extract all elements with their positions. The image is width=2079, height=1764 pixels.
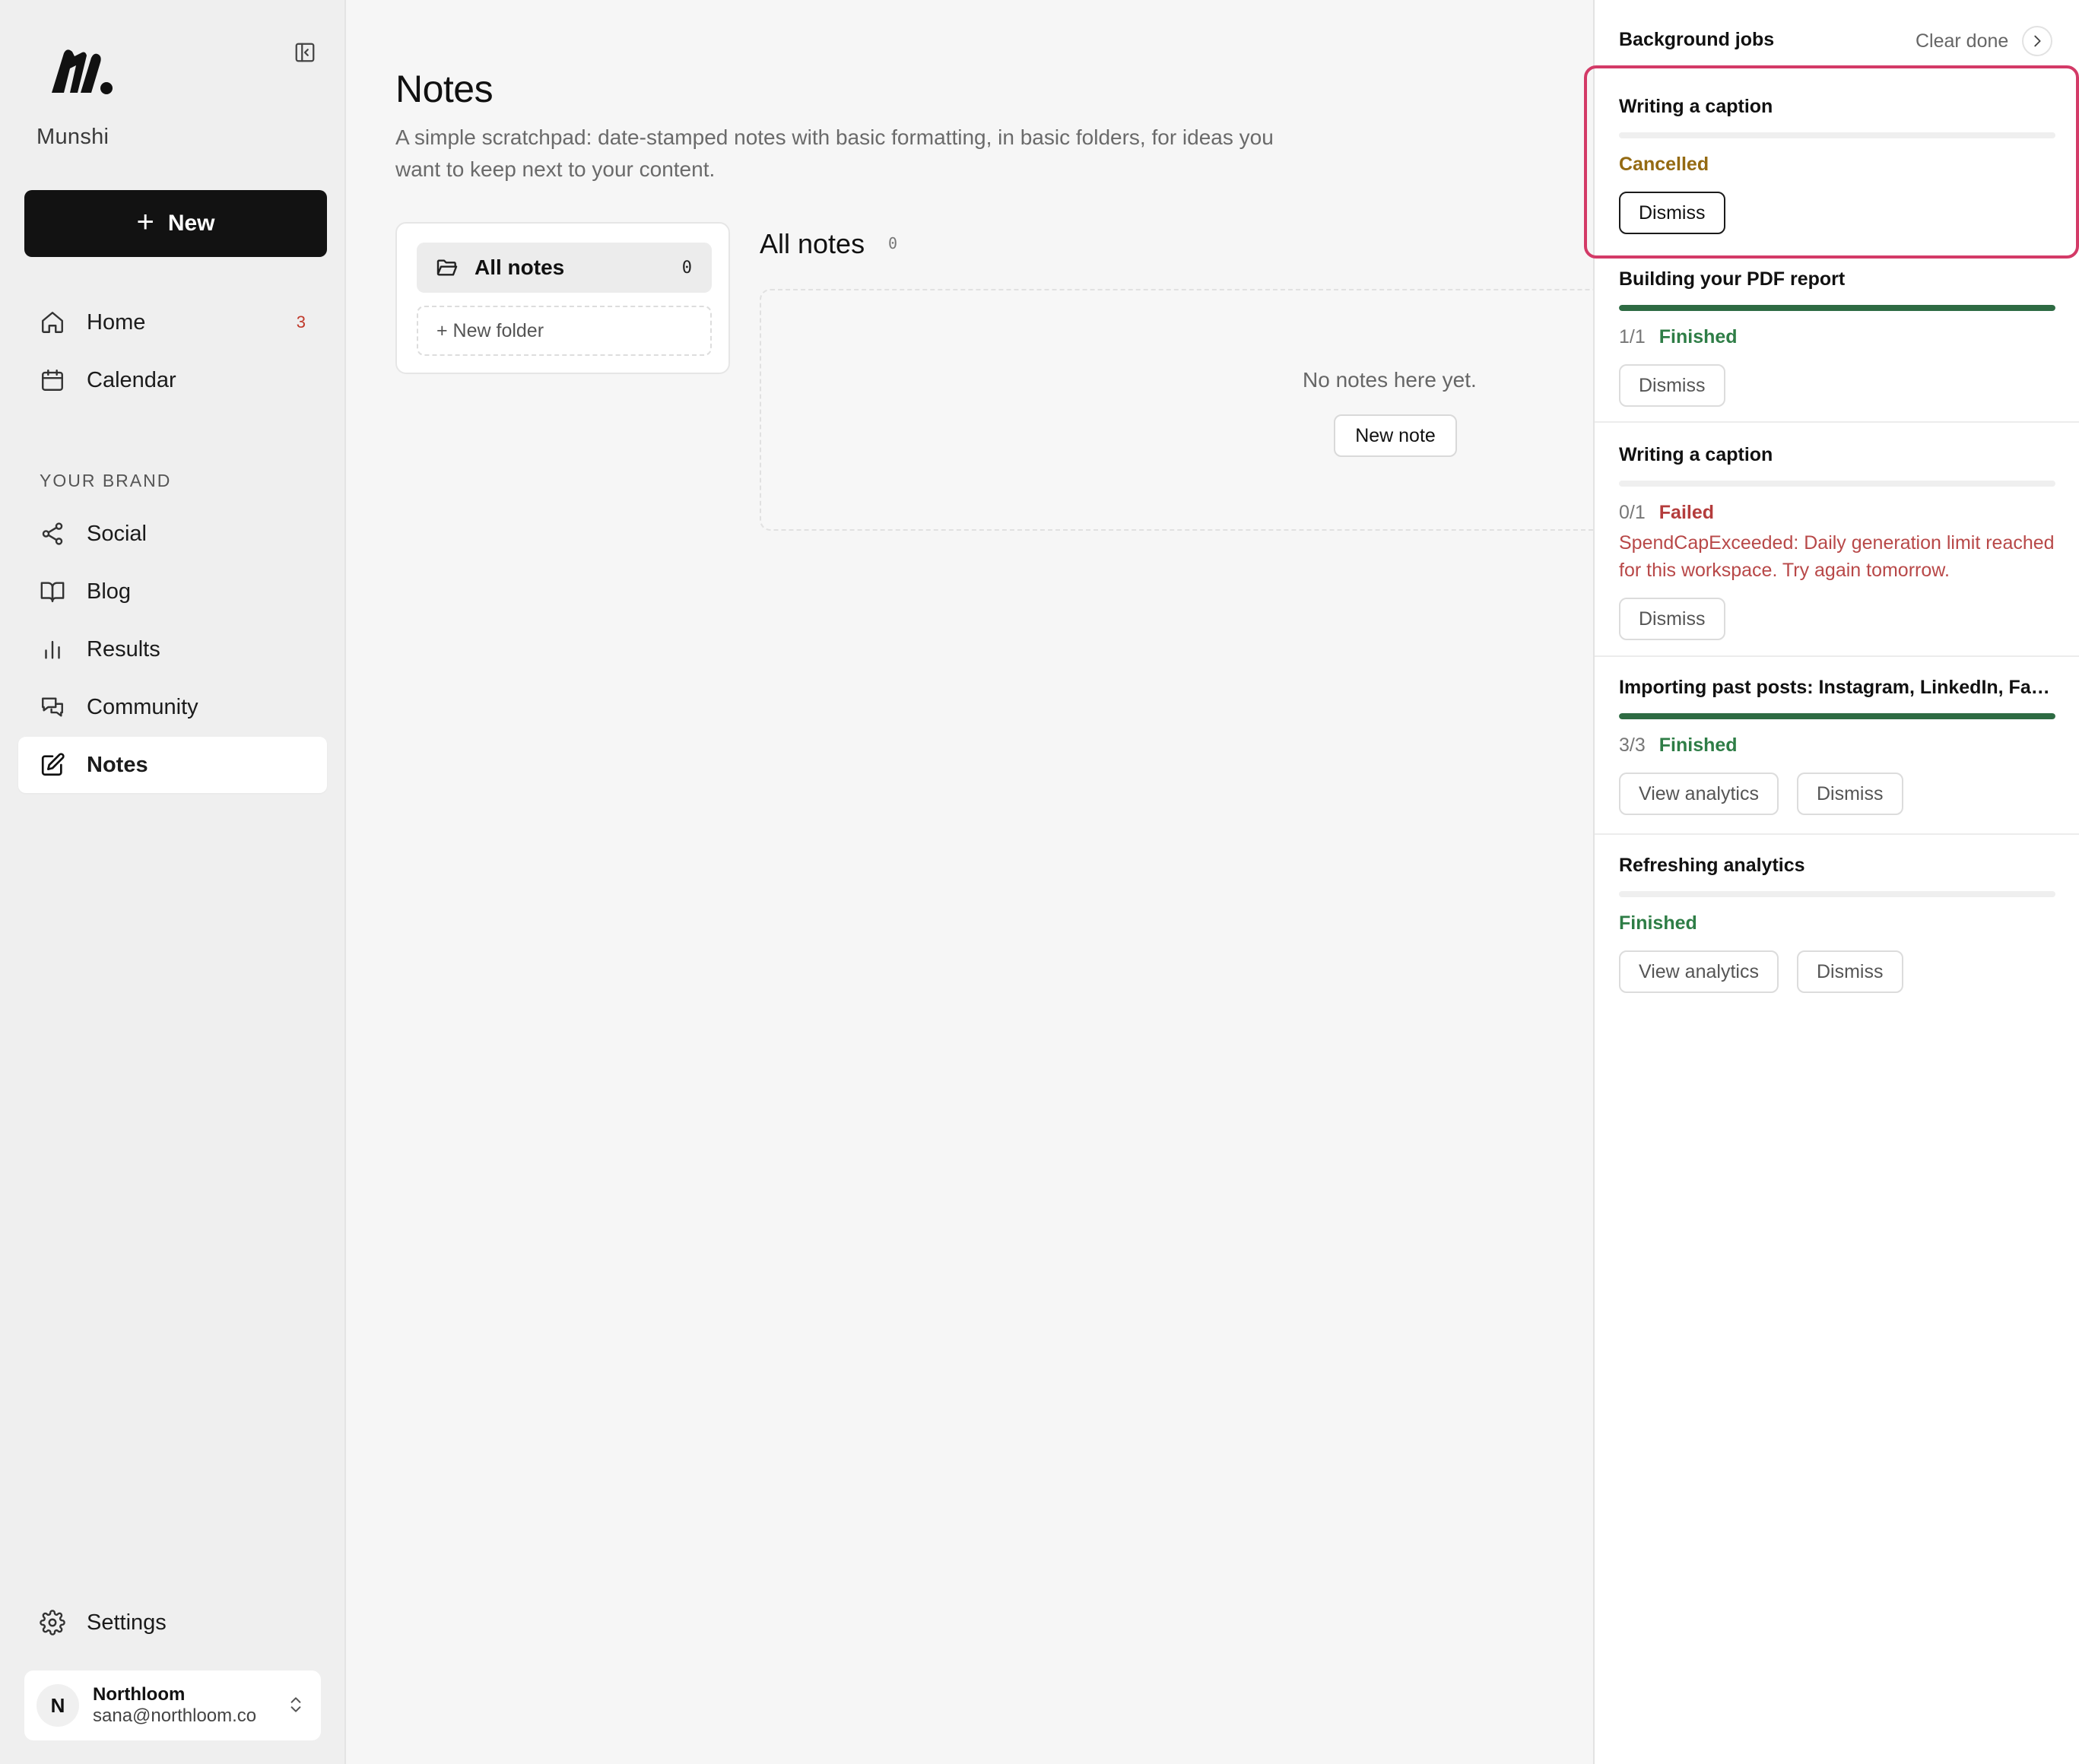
sidebar-item-blog[interactable]: Blog [18, 563, 327, 620]
job-status-label: Finished [1658, 326, 1738, 347]
job-progress-fill [1619, 713, 2055, 719]
page-title: Notes [395, 68, 494, 110]
sidebar-item-label: Community [87, 694, 198, 719]
sidebar-item-social[interactable]: Social [18, 506, 327, 562]
sidebar-item-label: Notes [87, 752, 148, 777]
job-status: Cancelled [1619, 154, 1709, 176]
folder-label: All notes [475, 255, 565, 279]
sidebar: Munshi + New Home 3 Calendar YOUR BRAND … [0, 0, 346, 1764]
job-status: Finished [1619, 912, 1697, 934]
new-note-button[interactable]: New note [1334, 414, 1457, 457]
chevron-up-down-icon [290, 1697, 301, 1712]
empty-state-text: No notes here yet. [1303, 368, 1477, 392]
folder-count: 0 [681, 258, 692, 278]
view-analytics-button[interactable]: View analytics [1619, 773, 1779, 815]
new-button[interactable]: + New [24, 190, 327, 257]
folders-card: All notes 0 + New folder [395, 222, 730, 374]
view-analytics-button[interactable]: View analytics [1619, 950, 1779, 993]
sidebar-item-label: Blog [87, 579, 132, 604]
job-item: Writing a caption 0/1 Failed SpendCapExc… [1595, 423, 2079, 657]
munshi-logo [47, 46, 116, 99]
job-title: Refreshing analytics [1619, 855, 1805, 876]
job-progress-bar [1619, 481, 2055, 487]
job-status: 1/1 Finished [1619, 326, 1738, 348]
sidebar-item-results[interactable]: Results [18, 621, 327, 677]
calendar-icon [42, 370, 63, 391]
job-status-label: Failed [1658, 502, 1715, 523]
notification-badge: 3 [296, 313, 306, 332]
job-item: Building your PDF report 1/1 Finished Di… [1595, 257, 2079, 423]
gear-icon [40, 1610, 65, 1636]
job-count: 0/1 [1619, 502, 1646, 523]
job-status-label: Cancelled [1619, 154, 1709, 175]
sidebar-item-calendar[interactable]: Calendar [18, 352, 327, 408]
new-button-label: New [167, 211, 215, 236]
share-icon [42, 522, 63, 545]
job-title: Writing a caption [1619, 444, 1773, 465]
dismiss-button[interactable]: Dismiss [1619, 192, 1725, 234]
brand-name: Munshi [37, 125, 110, 149]
folder-open-icon [436, 259, 458, 276]
plus-icon: + [136, 205, 154, 239]
avatar: N [37, 1684, 79, 1727]
jobs-panel-title: Background jobs [1619, 29, 1775, 50]
job-status: 0/1 Failed [1619, 502, 1714, 524]
sidebar-item-label: Results [87, 636, 160, 662]
sidebar-item-community[interactable]: Community [18, 679, 327, 735]
account-email: sana@northloom.co [93, 1705, 257, 1726]
notes-heading: All notes [760, 228, 865, 259]
job-status-label: Finished [1619, 912, 1697, 934]
clear-done-button[interactable]: Clear done [1916, 30, 2008, 52]
sidebar-item-notes[interactable]: Notes [18, 737, 327, 793]
dismiss-button[interactable]: Dismiss [1619, 598, 1725, 640]
job-status: 3/3 Finished [1619, 734, 1738, 757]
chevron-right-icon [2034, 35, 2041, 47]
notes-count: 0 [888, 234, 898, 252]
dismiss-button[interactable]: Dismiss [1797, 950, 1903, 993]
job-item: Writing a caption Cancelled Dismiss [1595, 68, 2079, 257]
dismiss-button[interactable]: Dismiss [1797, 773, 1903, 815]
job-progress-bar [1619, 713, 2055, 719]
background-jobs-panel: Background jobs Clear done Writing a cap… [1593, 0, 2079, 1764]
job-item: Refreshing analytics Finished View analy… [1595, 835, 2079, 1017]
job-title: Building your PDF report [1619, 268, 1846, 290]
collapse-panel-button[interactable] [2022, 26, 2052, 56]
book-icon [40, 582, 65, 602]
edit-icon [41, 753, 65, 776]
chat-icon [42, 697, 63, 717]
job-error-message: SpendCapExceeded: Daily generation limit… [1619, 532, 2055, 581]
folder-all-notes[interactable]: All notes 0 [417, 243, 712, 293]
new-folder-button[interactable]: + New folder [417, 306, 712, 356]
sidebar-item-settings[interactable]: Settings [18, 1594, 327, 1651]
job-count: 1/1 [1619, 326, 1646, 347]
notes-empty-state [760, 289, 1595, 531]
account-name: Northloom [93, 1684, 186, 1705]
sidebar-item-label: Settings [87, 1610, 167, 1635]
account-info: Northloom sana@northloom.co [93, 1684, 256, 1726]
job-status-label: Finished [1658, 734, 1738, 756]
sidebar-item-label: Home [87, 309, 146, 335]
sidebar-item-label: Calendar [87, 367, 176, 392]
job-progress-bar [1619, 891, 2055, 897]
job-title: Importing past posts: Instagram, LinkedI… [1619, 677, 2055, 698]
dismiss-button[interactable]: Dismiss [1619, 364, 1725, 407]
section-label-your-brand: YOUR BRAND [40, 471, 172, 490]
job-item: Importing past posts: Instagram, LinkedI… [1595, 657, 2079, 835]
sidebar-item-label: Social [87, 521, 147, 546]
page-description: A simple scratchpad: date-stamped notes … [395, 125, 1274, 181]
collapse-sidebar-icon[interactable] [292, 40, 318, 65]
job-title: Writing a caption [1619, 96, 1773, 117]
job-progress-bar [1619, 305, 2055, 311]
job-count: 3/3 [1619, 734, 1646, 756]
account-switcher[interactable]: N Northloom sana@northloom.co [24, 1670, 321, 1740]
home-icon [42, 312, 63, 333]
job-progress-bar [1619, 132, 2055, 138]
job-progress-fill [1619, 305, 2055, 311]
bar-chart-icon [45, 640, 60, 659]
sidebar-item-home[interactable]: Home 3 [18, 294, 327, 351]
